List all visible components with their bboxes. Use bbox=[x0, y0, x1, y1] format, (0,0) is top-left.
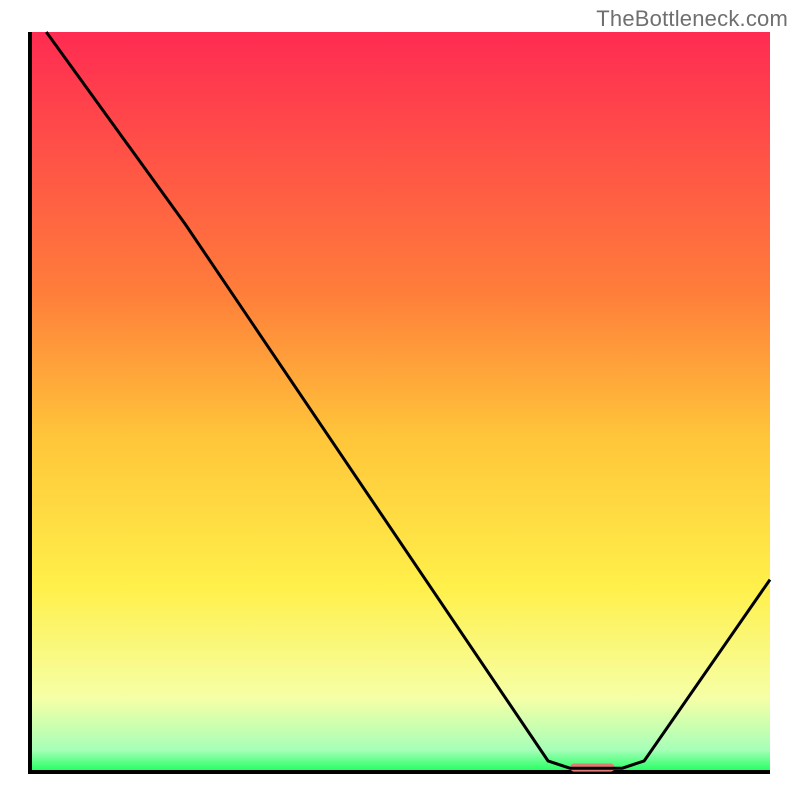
chart-container: TheBottleneck.com bbox=[0, 0, 800, 800]
bottleneck-chart bbox=[0, 0, 800, 800]
watermark-text: TheBottleneck.com bbox=[596, 6, 788, 32]
plot-background bbox=[30, 32, 770, 772]
